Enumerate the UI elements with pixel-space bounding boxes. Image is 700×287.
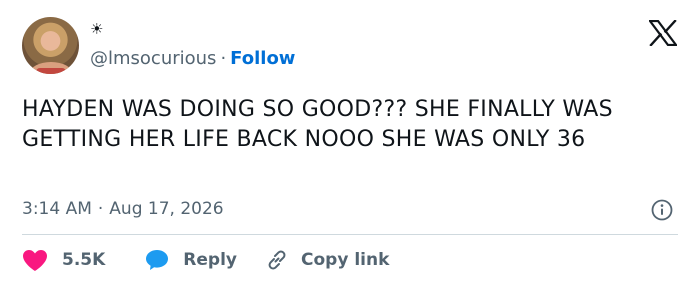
avatar-clothing bbox=[36, 68, 66, 74]
x-logo-icon[interactable] bbox=[649, 20, 677, 46]
tweet-text: HAYDEN WAS DOING SO GOOD??? SHE FINALLY … bbox=[22, 97, 613, 152]
tweet-timestamp[interactable]: 3:14 AM · Aug 17, 2026 bbox=[22, 197, 224, 221]
separator-dot: · bbox=[220, 48, 227, 69]
tweet-date: Aug 17, 2026 bbox=[109, 199, 224, 219]
divider bbox=[22, 234, 678, 235]
reply-label: Reply bbox=[183, 250, 237, 270]
action-bar: 5.5K Reply Copy link bbox=[22, 246, 389, 274]
reply-button[interactable]: Reply bbox=[145, 249, 265, 271]
user-handle[interactable]: @lmsocurious bbox=[90, 48, 216, 69]
like-button[interactable]: 5.5K bbox=[22, 249, 145, 272]
follow-button[interactable]: Follow bbox=[230, 48, 295, 69]
speech-bubble-icon bbox=[146, 250, 169, 270]
avatar[interactable] bbox=[22, 17, 79, 74]
link-icon bbox=[268, 250, 286, 270]
tweet-time: 3:14 AM bbox=[22, 199, 92, 219]
copy-link-label: Copy link bbox=[301, 250, 390, 270]
display-name-sun-symbol[interactable]: ☀ bbox=[90, 22, 103, 37]
heart-icon bbox=[23, 249, 47, 271]
handle-row: @lmsocurious · Follow bbox=[90, 47, 295, 71]
like-count: 5.5K bbox=[62, 250, 106, 270]
copy-link-button[interactable]: Copy link bbox=[265, 248, 389, 272]
timestamp-separator: · bbox=[97, 199, 104, 219]
info-icon[interactable] bbox=[651, 199, 673, 221]
